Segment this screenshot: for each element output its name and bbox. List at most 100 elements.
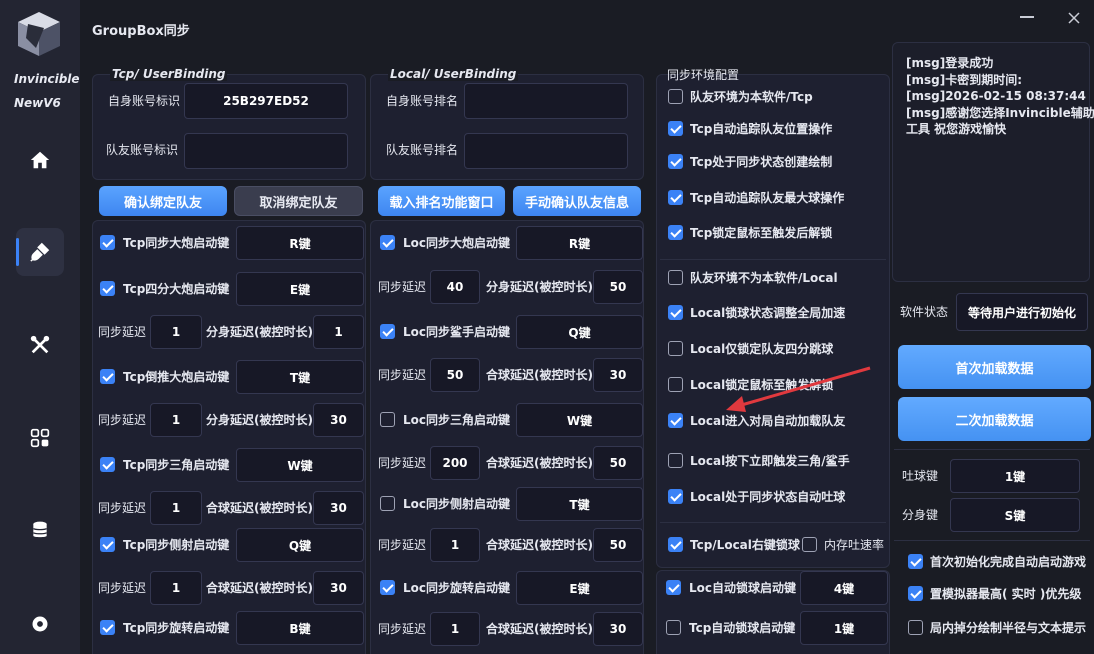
local-group-title: Local/ UserBinding [388,67,519,81]
local-delay-field[interactable]: 40 [430,270,480,304]
local-key-field[interactable]: Q键 [516,315,643,349]
sync-option-checkbox[interactable] [668,453,683,468]
tcp-key-checkbox[interactable] [100,369,115,384]
rightlock-label: Tcp/Local右键锁球 [690,538,800,552]
tcp-delay-field[interactable]: 1 [150,403,202,437]
tcp-key-field[interactable]: Q键 [236,528,364,562]
local-mate-field[interactable] [464,133,628,169]
memspeed-checkbox[interactable] [802,537,817,552]
sync-option-checkbox[interactable] [668,489,683,504]
local-key-field[interactable]: R键 [516,226,643,260]
tcp-delay2-field[interactable]: 1 [313,315,364,349]
right-key-field[interactable]: S键 [950,498,1080,532]
nav-home[interactable] [16,136,64,184]
local-delay2-field[interactable]: 50 [593,528,643,562]
first-load-button[interactable]: 首次加载数据 [898,345,1091,389]
right-key-field[interactable]: 1键 [950,459,1080,493]
sync-option-checkbox[interactable] [668,377,683,392]
local-key-label: Loc同步侧射启动键 [403,497,511,511]
nav-tools[interactable] [16,321,64,369]
tcp-key-checkbox[interactable] [100,281,115,296]
tcp-key-checkbox[interactable] [100,537,115,552]
tcp-self-field[interactable]: 25B297ED52 [184,83,348,119]
tcp-key-label: Tcp同步旋转启动键 [123,621,230,635]
local-key-checkbox[interactable] [380,235,395,250]
auto-lock-key-field[interactable]: 1键 [800,611,888,645]
tcp-key-field[interactable]: W键 [236,448,364,482]
tcp-key-checkbox[interactable] [100,457,115,472]
log-line: [msg]登录成功 [906,56,994,70]
tcp-key-checkbox[interactable] [100,620,115,635]
rightlock-checkbox[interactable] [668,537,683,552]
tcp-key-field[interactable]: R键 [236,226,364,260]
tcp-delay-field[interactable]: 1 [150,491,202,525]
page-title: GroupBox同步 [92,24,190,39]
auto-lock-label: Loc自动锁球启动键 [689,581,797,595]
local-delay2-field[interactable]: 50 [593,446,643,480]
tcp-delay2-field[interactable]: 30 [313,571,364,605]
tcp-delay2-label: 合球延迟(被控时长) [206,581,313,595]
unbind-teammate-button[interactable]: 取消绑定队友 [234,186,363,216]
sync-option-label: Local按下立即触发三角/鲨手 [690,454,850,468]
auto-lock-checkbox[interactable] [666,620,681,635]
local-delay-label: 同步延迟 [378,538,427,552]
tcp-key-field[interactable]: B键 [236,611,364,645]
local-delay-field[interactable]: 200 [430,446,480,480]
local-delay2-field[interactable]: 30 [593,358,643,392]
sync-option-checkbox[interactable] [668,89,683,104]
local-key-checkbox[interactable] [380,580,395,595]
minimize-button[interactable] [1020,16,1034,18]
bind-teammate-button[interactable]: 确认绑定队友 [99,186,227,216]
tcp-key-field[interactable]: T键 [236,360,364,394]
bottom-option-checkbox[interactable] [908,554,923,569]
nav-database[interactable] [16,506,64,554]
tcp-key-field[interactable]: E键 [236,272,364,306]
local-key-field[interactable]: E键 [516,571,643,605]
auto-lock-checkbox[interactable] [666,580,681,595]
local-delay-field[interactable]: 1 [430,612,480,646]
local-key-checkbox[interactable] [380,496,395,511]
log-line: [msg]2026-02-15 08:37:44 [906,89,1086,103]
sync-option-checkbox[interactable] [668,225,683,240]
status-label: 软件状态 [900,305,949,319]
local-delay2-field[interactable]: 30 [593,612,643,646]
sync-option-checkbox[interactable] [668,413,683,428]
log-line: 工具 祝您游戏愉快 [906,122,1007,136]
sync-option-label: Tcp自动追踪队友最大球操作 [690,191,845,205]
nav-settings[interactable] [16,600,64,648]
tcp-mate-field[interactable] [184,133,348,169]
sync-option-checkbox[interactable] [668,270,683,285]
auto-lock-key-field[interactable]: 4键 [800,571,888,605]
local-self-field[interactable] [464,83,628,119]
confirm-teammate-info-button[interactable]: 手动确认队友信息 [513,186,641,216]
sync-option-checkbox[interactable] [668,154,683,169]
sync-config-title: 同步环境配置 [667,68,740,82]
tcp-key-checkbox[interactable] [100,235,115,250]
tcp-delay2-field[interactable]: 30 [313,403,364,437]
close-icon[interactable] [1068,12,1080,24]
bottom-option-checkbox[interactable] [908,620,923,635]
local-delay2-field[interactable]: 50 [593,270,643,304]
tcp-delay-label: 同步延迟 [98,581,147,595]
local-delay-field[interactable]: 50 [430,358,480,392]
right-key-label: 吐球键 [902,469,939,483]
bottom-option-checkbox[interactable] [908,586,923,601]
app-logo [18,12,60,56]
tcp-delay-field[interactable]: 1 [150,571,202,605]
local-key-field[interactable]: W键 [516,403,643,437]
sync-option-checkbox[interactable] [668,341,683,356]
sync-option-checkbox[interactable] [668,121,683,136]
local-key-field[interactable]: T键 [516,487,643,521]
second-load-button[interactable]: 二次加载数据 [898,397,1091,441]
sync-option-checkbox[interactable] [668,305,683,320]
local-delay-field[interactable]: 1 [430,528,480,562]
nav-sync[interactable] [16,228,64,276]
nav-apps[interactable] [16,414,64,462]
app-window: Invincible NewV6 GroupBox同步 Tcp/ UserBin… [0,0,1094,654]
local-key-checkbox[interactable] [380,412,395,427]
sync-option-checkbox[interactable] [668,190,683,205]
tcp-delay2-field[interactable]: 30 [313,491,364,525]
load-rank-window-button[interactable]: 载入排名功能窗口 [378,186,505,216]
tcp-delay-field[interactable]: 1 [150,315,202,349]
local-key-checkbox[interactable] [380,324,395,339]
